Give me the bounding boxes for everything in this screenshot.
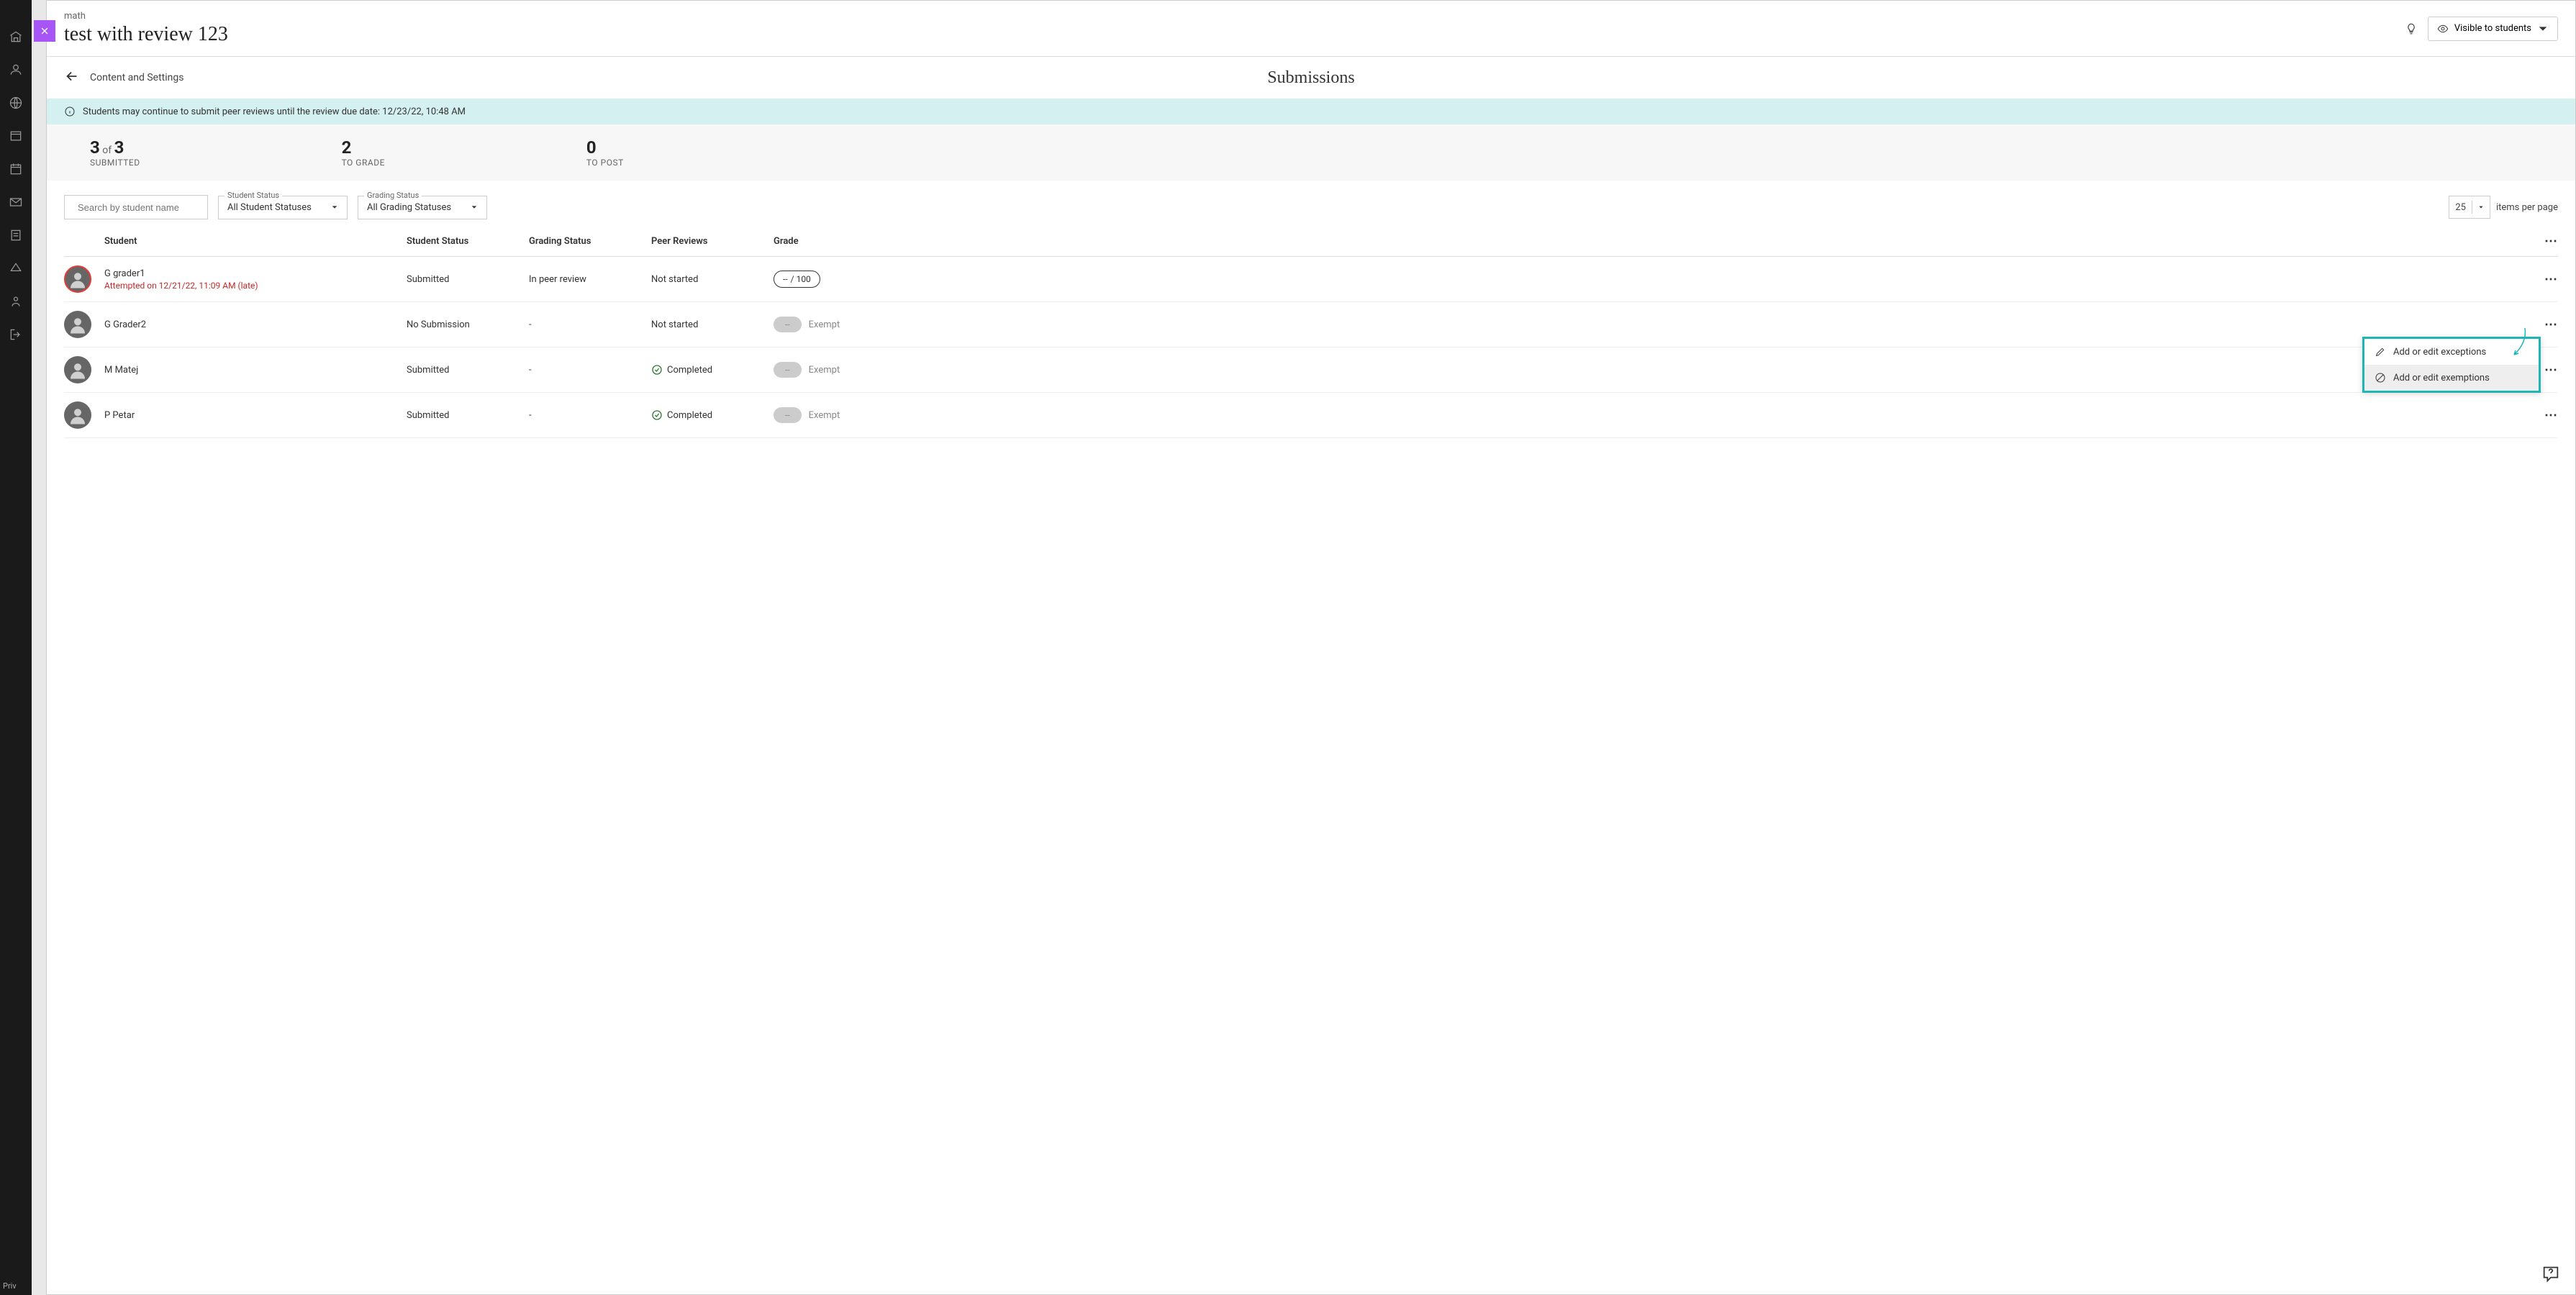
- row-actions-button[interactable]: ⋯: [2529, 272, 2558, 287]
- calendar-icon[interactable]: [8, 161, 24, 177]
- stat-to-post: 0 TO POST: [586, 137, 624, 168]
- visibility-label: Visible to students: [2454, 23, 2531, 34]
- grading-status: -: [529, 319, 651, 330]
- info-icon: [64, 106, 76, 117]
- grading-status: -: [529, 410, 651, 421]
- grade-cell: -- Exempt: [774, 362, 896, 378]
- items-per-page-label: items per page: [2496, 202, 2558, 213]
- main-panel: math test with review 123 Visible to stu…: [46, 0, 2576, 1295]
- submissions-table: Student Student Status Grading Status Pe…: [47, 227, 2575, 438]
- sub-header: Content and Settings Submissions: [47, 57, 2575, 99]
- messages-icon[interactable]: [8, 194, 24, 210]
- peer-review-status: Not started: [651, 274, 774, 285]
- controls-row: Student Status All Student Statuses Grad…: [47, 181, 2575, 227]
- grading-status: -: [529, 365, 651, 376]
- assignment-title: test with review 123: [64, 23, 228, 46]
- menu-add-exemptions[interactable]: Add or edit exemptions: [2364, 365, 2539, 391]
- chevron-down-icon: [331, 204, 338, 211]
- grade-pill-disabled: --: [774, 362, 802, 378]
- col-student[interactable]: Student: [104, 236, 407, 247]
- globe-icon[interactable]: [8, 95, 24, 111]
- col-grade[interactable]: Grade: [774, 236, 896, 247]
- hint-icon[interactable]: [2405, 22, 2418, 35]
- avatar: [64, 265, 91, 293]
- signout-icon[interactable]: [8, 327, 24, 342]
- table-row[interactable]: G Grader2No Submission-Not started-- Exem…: [64, 302, 2558, 347]
- student-name[interactable]: P Petar: [104, 410, 407, 421]
- annotation-arrow: [2507, 324, 2529, 363]
- search-input[interactable]: [78, 202, 204, 213]
- exempt-label: Exempt: [809, 365, 840, 376]
- back-button[interactable]: [64, 68, 80, 87]
- stat-submitted: 3 of 3 SUBMITTED: [90, 137, 140, 168]
- chevron-down-icon: [2537, 23, 2549, 35]
- grade-cell: -- / 100: [774, 271, 896, 288]
- privacy-link[interactable]: Priv: [3, 1281, 17, 1291]
- peer-review-status: Completed: [651, 364, 774, 376]
- row-actions-button[interactable]: ⋯: [2529, 317, 2558, 332]
- search-box[interactable]: [64, 195, 208, 219]
- table-row[interactable]: G grader1 Attempted on 12/21/22, 11:09 AM…: [64, 257, 2558, 302]
- grade-pill-disabled: --: [774, 317, 802, 332]
- grade-pill-disabled: --: [774, 407, 802, 423]
- table-row[interactable]: P PetarSubmitted-Completed-- Exempt ⋯: [64, 393, 2558, 438]
- header-actions[interactable]: ⋯: [2529, 234, 2558, 249]
- avatar: [64, 356, 91, 383]
- student-status: Submitted: [407, 365, 529, 376]
- secondary-rail: [32, 0, 46, 1295]
- student-status: Submitted: [407, 410, 529, 421]
- chevron-down-icon: [471, 204, 478, 211]
- stat-to-grade: 2 TO GRADE: [342, 137, 385, 168]
- pager: 25 items per page: [2449, 196, 2558, 219]
- row-actions-menu: Add or edit exceptionsAdd or edit exempt…: [2362, 337, 2541, 393]
- peer-review-status: Not started: [651, 319, 774, 330]
- student-status: No Submission: [407, 319, 529, 330]
- row-actions-button[interactable]: ⋯: [2529, 408, 2558, 423]
- content-settings-link[interactable]: Content and Settings: [90, 72, 183, 83]
- help-button[interactable]: [2541, 1264, 2561, 1284]
- info-banner: Students may continue to submit peer rev…: [47, 99, 2575, 124]
- student-status-filter[interactable]: Student Status All Student Statuses: [218, 196, 348, 219]
- banner-text: Students may continue to submit peer rev…: [83, 106, 466, 117]
- tools-icon[interactable]: [8, 260, 24, 276]
- grading-status: In peer review: [529, 274, 651, 285]
- profile-icon[interactable]: [8, 62, 24, 78]
- col-grading-status[interactable]: Grading Status: [529, 236, 651, 247]
- table-header: Student Student Status Grading Status Pe…: [64, 227, 2558, 257]
- grade-input[interactable]: -- / 100: [774, 271, 820, 288]
- items-per-page-select[interactable]: 25: [2449, 196, 2490, 219]
- left-nav-rail: Priv: [0, 0, 32, 1295]
- peer-review-status: Completed: [651, 409, 774, 421]
- student-name[interactable]: G Grader2: [104, 319, 407, 330]
- avatar: [64, 311, 91, 338]
- student-status: Submitted: [407, 274, 529, 285]
- student-name[interactable]: G grader1: [104, 268, 407, 279]
- close-panel-button[interactable]: [34, 20, 55, 42]
- subject-label: math: [64, 11, 228, 22]
- attempt-info: Attempted on 12/21/22, 11:09 AM (late): [104, 281, 407, 291]
- grade-cell: -- Exempt: [774, 407, 896, 423]
- student-name[interactable]: M Matej: [104, 365, 407, 376]
- chevron-down-icon: [2478, 204, 2484, 210]
- admin-icon[interactable]: [8, 294, 24, 309]
- institution-icon[interactable]: [8, 29, 24, 45]
- exempt-label: Exempt: [809, 319, 840, 330]
- table-row[interactable]: M MatejSubmitted-Completed--Exempt⋯: [64, 347, 2558, 393]
- panel-header: math test with review 123 Visible to stu…: [47, 1, 2575, 57]
- grade-cell: -- Exempt: [774, 317, 896, 332]
- avatar: [64, 401, 91, 429]
- page-title: Submissions: [1267, 68, 1354, 88]
- grades-icon[interactable]: [8, 227, 24, 243]
- exempt-label: Exempt: [809, 410, 840, 421]
- col-peer-reviews[interactable]: Peer Reviews: [651, 236, 774, 247]
- grading-status-filter[interactable]: Grading Status All Grading Statuses: [358, 196, 487, 219]
- courses-icon[interactable]: [8, 128, 24, 144]
- visibility-dropdown[interactable]: Visible to students: [2428, 17, 2558, 41]
- stats-bar: 3 of 3 SUBMITTED 2 TO GRADE 0 TO POST: [47, 124, 2575, 181]
- col-student-status[interactable]: Student Status: [407, 236, 529, 247]
